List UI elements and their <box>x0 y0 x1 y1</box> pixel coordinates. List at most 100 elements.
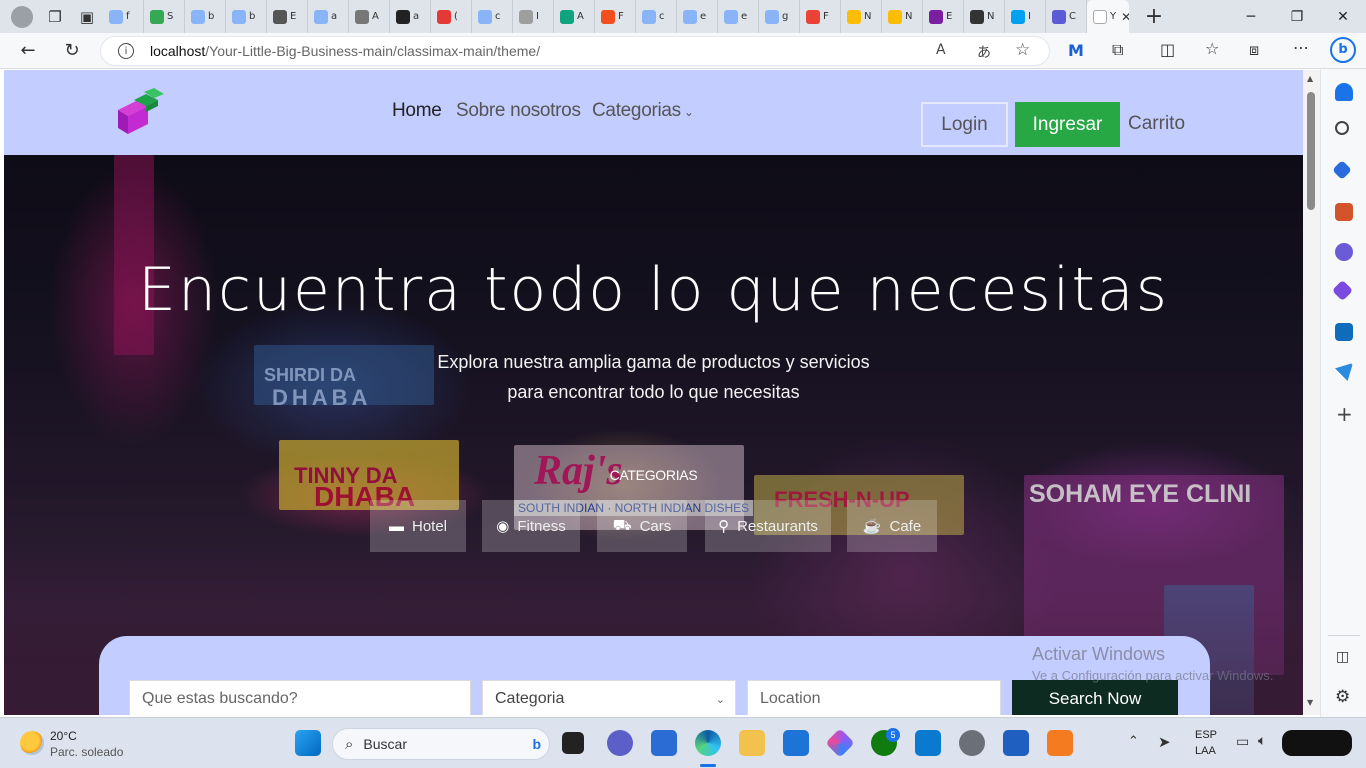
sidebar-search-icon[interactable] <box>1335 121 1349 135</box>
games-icon[interactable] <box>1335 243 1353 261</box>
login-button[interactable]: Login <box>921 102 1008 147</box>
browser-tab[interactable]: g <box>759 0 800 33</box>
nav-home-link[interactable]: Home <box>392 100 442 122</box>
favorites-icon[interactable]: ☆ <box>1205 39 1219 58</box>
copilot-icon[interactable]: b <box>1330 37 1356 63</box>
close-window-button[interactable]: ✕ <box>1320 0 1366 33</box>
split-screen-icon[interactable]: ◫ <box>1160 40 1175 59</box>
settings-menu-icon[interactable]: ⋯ <box>1293 38 1309 57</box>
close-tab-icon[interactable]: ✕ <box>1121 10 1129 24</box>
category-select[interactable]: Categoria ⌄ <box>482 680 736 715</box>
browser-tab[interactable]: a <box>308 0 349 33</box>
category-cars-button[interactable]: ⛟ Cars <box>597 500 687 552</box>
browser-tab[interactable]: N <box>841 0 882 33</box>
browser-tab-active[interactable]: Y ✕ <box>1087 0 1129 33</box>
sidebar-settings-gear-icon[interactable]: ⚙ <box>1335 687 1350 707</box>
minimize-button[interactable]: ─ <box>1228 0 1274 33</box>
browser-tab[interactable]: F <box>800 0 841 33</box>
tools-briefcase-icon[interactable] <box>1335 203 1353 221</box>
back-button[interactable]: ← <box>14 37 42 65</box>
browser-tab[interactable]: b <box>185 0 226 33</box>
browser-tab[interactable]: F <box>595 0 636 33</box>
copilot-app-icon[interactable] <box>825 728 855 758</box>
browser-tab[interactable]: b <box>226 0 267 33</box>
start-windows-icon[interactable] <box>295 730 321 756</box>
send-icon[interactable] <box>1335 363 1353 381</box>
reload-button[interactable]: ↻ <box>58 37 86 65</box>
category-cafe-button[interactable]: ☕ Cafe <box>847 500 937 552</box>
url-text[interactable]: localhost/Your-Little-Big-Business-main/… <box>150 43 540 59</box>
network-icon[interactable]: ▭ <box>1236 734 1249 750</box>
scroll-up-arrow-icon[interactable]: ▲ <box>1307 74 1313 83</box>
browser-tab[interactable]: I <box>513 0 554 33</box>
vscode-icon[interactable] <box>915 730 941 756</box>
keyboard-layout[interactable]: LAA <box>1195 745 1216 757</box>
ingresar-button[interactable]: Ingresar <box>1015 102 1120 147</box>
settings-gear-icon[interactable] <box>959 730 985 756</box>
favorite-star-icon[interactable]: ☆ <box>1015 40 1030 60</box>
language-code[interactable]: ESP <box>1195 729 1217 741</box>
cart-link[interactable]: Carrito <box>1128 113 1185 135</box>
redacted-clock-area[interactable] <box>1282 730 1352 756</box>
category-hotel-button[interactable]: ▬ Hotel <box>370 500 466 552</box>
browser-tab[interactable]: c <box>472 0 513 33</box>
weather-description[interactable]: Parc. soleado <box>50 745 123 759</box>
category-restaurants-button[interactable]: ⚲ Restaurants <box>705 500 831 552</box>
shopping-tag-icon[interactable] <box>1332 160 1352 180</box>
office-icon[interactable] <box>1331 279 1354 302</box>
search-now-button[interactable]: Search Now <box>1012 680 1178 715</box>
browser-tab[interactable]: E <box>923 0 964 33</box>
page-scrollbar[interactable]: ▲ ▼ <box>1303 70 1320 715</box>
browser-tab[interactable]: C <box>1046 0 1087 33</box>
outlook-icon[interactable] <box>1335 323 1353 341</box>
mail-icon[interactable] <box>783 730 809 756</box>
browser-tab[interactable]: f <box>103 0 144 33</box>
browser-tab[interactable]: A <box>349 0 390 33</box>
browser-tab[interactable]: E <box>267 0 308 33</box>
read-aloud-icon[interactable]: A <box>936 42 946 58</box>
word-icon[interactable] <box>1003 730 1029 756</box>
extensions-icon[interactable]: ⧉ <box>1112 40 1123 60</box>
browser-tab[interactable]: I <box>1005 0 1046 33</box>
task-view-icon[interactable] <box>562 732 584 754</box>
browser-tab[interactable]: N <box>882 0 923 33</box>
maximize-button[interactable]: ❐ <box>1274 0 1320 33</box>
hide-sidebar-icon[interactable]: ◫ <box>1336 649 1349 665</box>
nav-about-link[interactable]: Sobre nosotros <box>456 100 581 122</box>
xampp-icon[interactable] <box>1047 730 1073 756</box>
file-explorer-icon[interactable] <box>739 730 765 756</box>
show-hidden-icons-chevron-icon[interactable]: ⌃ <box>1128 734 1139 749</box>
nav-categories-dropdown[interactable]: Categorias ⌄ <box>592 100 694 122</box>
scroll-down-arrow-icon[interactable]: ▼ <box>1307 698 1313 707</box>
microsoft-store-icon[interactable] <box>651 730 677 756</box>
weather-temperature[interactable]: 20°C <box>50 729 77 743</box>
workspaces-icon[interactable]: ❐ <box>44 6 66 28</box>
search-query-input[interactable]: Que estas buscando? <box>129 680 471 715</box>
malwarebytes-extension-icon[interactable]: M <box>1068 41 1084 60</box>
add-sidebar-app-icon[interactable]: + <box>1336 402 1353 426</box>
site-info-icon[interactable]: i <box>118 43 134 59</box>
browser-tab[interactable]: e <box>718 0 759 33</box>
weather-sun-icon[interactable] <box>20 731 44 755</box>
browser-tab[interactable]: N <box>964 0 1005 33</box>
notifications-bell-icon[interactable] <box>1335 83 1353 101</box>
teams-chat-icon[interactable] <box>607 730 633 756</box>
translate-icon[interactable]: あ <box>977 42 991 62</box>
browser-tab[interactable]: A <box>554 0 595 33</box>
edge-browser-icon[interactable] <box>695 730 721 756</box>
category-fitness-button[interactable]: ◉ Fitness <box>482 500 580 552</box>
location-arrow-icon[interactable]: ➤ <box>1158 733 1171 751</box>
browser-tab[interactable]: a <box>390 0 431 33</box>
volume-icon[interactable]: 🔈︎ <box>1258 733 1266 749</box>
site-logo[interactable] <box>116 88 166 138</box>
browser-tab[interactable]: c <box>636 0 677 33</box>
scrollbar-thumb[interactable] <box>1307 92 1315 210</box>
url-field[interactable]: i localhost/Your-Little-Big-Business-mai… <box>100 36 1050 66</box>
browser-tab[interactable]: S <box>144 0 185 33</box>
taskbar-search-box[interactable]: ⌕ Buscar b <box>332 728 550 760</box>
profile-avatar[interactable] <box>11 5 33 28</box>
browser-tab[interactable]: ( <box>431 0 472 33</box>
new-tab-button[interactable]: + <box>1139 4 1169 29</box>
location-input[interactable]: Location <box>747 680 1001 715</box>
browser-tab[interactable]: e <box>677 0 718 33</box>
